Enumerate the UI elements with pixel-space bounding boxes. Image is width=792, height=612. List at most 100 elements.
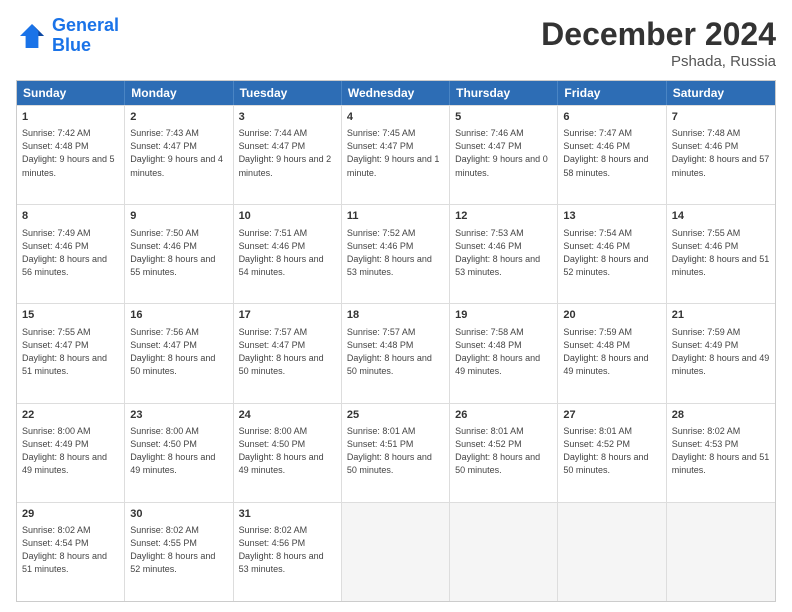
day-number: 13 (563, 209, 660, 224)
cell-dec-4: 4 Sunrise: 7:45 AMSunset: 4:47 PMDayligh… (342, 106, 450, 204)
day-number: 17 (239, 308, 336, 323)
cell-dec-3: 3 Sunrise: 7:44 AMSunset: 4:47 PMDayligh… (234, 106, 342, 204)
day-number: 14 (672, 209, 770, 224)
day-number: 29 (22, 507, 119, 522)
logo-icon (16, 20, 48, 52)
cell-dec-29: 29 Sunrise: 8:02 AMSunset: 4:54 PMDaylig… (17, 503, 125, 601)
cell-info: Sunrise: 7:57 AMSunset: 4:48 PMDaylight:… (347, 326, 444, 378)
day-number: 27 (563, 408, 660, 423)
day-number: 7 (672, 110, 770, 125)
day-number: 22 (22, 408, 119, 423)
week-row-5: 29 Sunrise: 8:02 AMSunset: 4:54 PMDaylig… (17, 502, 775, 601)
header: General Blue December 2024 Pshada, Russi… (16, 16, 776, 70)
cell-dec-15: 15 Sunrise: 7:55 AMSunset: 4:47 PMDaylig… (17, 304, 125, 402)
title-block: December 2024 Pshada, Russia (541, 16, 776, 70)
cell-info: Sunrise: 7:43 AMSunset: 4:47 PMDaylight:… (130, 127, 227, 179)
cell-info: Sunrise: 7:56 AMSunset: 4:47 PMDaylight:… (130, 326, 227, 378)
cell-info: Sunrise: 7:54 AMSunset: 4:46 PMDaylight:… (563, 227, 660, 279)
cell-dec-14: 14 Sunrise: 7:55 AMSunset: 4:46 PMDaylig… (667, 205, 775, 303)
header-monday: Monday (125, 81, 233, 105)
cell-info: Sunrise: 8:02 AMSunset: 4:54 PMDaylight:… (22, 524, 119, 576)
cell-dec-22: 22 Sunrise: 8:00 AMSunset: 4:49 PMDaylig… (17, 404, 125, 502)
day-number: 30 (130, 507, 227, 522)
cell-dec-2: 2 Sunrise: 7:43 AMSunset: 4:47 PMDayligh… (125, 106, 233, 204)
day-number: 26 (455, 408, 552, 423)
cell-info: Sunrise: 7:45 AMSunset: 4:47 PMDaylight:… (347, 127, 444, 179)
day-number: 3 (239, 110, 336, 125)
cell-dec-19: 19 Sunrise: 7:58 AMSunset: 4:48 PMDaylig… (450, 304, 558, 402)
cell-dec-18: 18 Sunrise: 7:57 AMSunset: 4:48 PMDaylig… (342, 304, 450, 402)
day-number: 28 (672, 408, 770, 423)
cell-info: Sunrise: 7:58 AMSunset: 4:48 PMDaylight:… (455, 326, 552, 378)
cell-info: Sunrise: 8:02 AMSunset: 4:56 PMDaylight:… (239, 524, 336, 576)
logo-text: General Blue (52, 16, 119, 56)
cell-info: Sunrise: 7:47 AMSunset: 4:46 PMDaylight:… (563, 127, 660, 179)
cell-info: Sunrise: 7:44 AMSunset: 4:47 PMDaylight:… (239, 127, 336, 179)
cell-info: Sunrise: 7:59 AMSunset: 4:49 PMDaylight:… (672, 326, 770, 378)
cell-dec-7: 7 Sunrise: 7:48 AMSunset: 4:46 PMDayligh… (667, 106, 775, 204)
cell-empty-1 (342, 503, 450, 601)
header-saturday: Saturday (667, 81, 775, 105)
day-number: 8 (22, 209, 119, 224)
cell-dec-9: 9 Sunrise: 7:50 AMSunset: 4:46 PMDayligh… (125, 205, 233, 303)
cell-info: Sunrise: 7:57 AMSunset: 4:47 PMDaylight:… (239, 326, 336, 378)
week-row-2: 8 Sunrise: 7:49 AMSunset: 4:46 PMDayligh… (17, 204, 775, 303)
header-wednesday: Wednesday (342, 81, 450, 105)
cell-dec-26: 26 Sunrise: 8:01 AMSunset: 4:52 PMDaylig… (450, 404, 558, 502)
cell-dec-30: 30 Sunrise: 8:02 AMSunset: 4:55 PMDaylig… (125, 503, 233, 601)
cell-dec-11: 11 Sunrise: 7:52 AMSunset: 4:46 PMDaylig… (342, 205, 450, 303)
page: General Blue December 2024 Pshada, Russi… (0, 0, 792, 612)
cell-info: Sunrise: 8:02 AMSunset: 4:53 PMDaylight:… (672, 425, 770, 477)
cell-info: Sunrise: 7:48 AMSunset: 4:46 PMDaylight:… (672, 127, 770, 179)
cell-info: Sunrise: 7:42 AMSunset: 4:48 PMDaylight:… (22, 127, 119, 179)
day-number: 12 (455, 209, 552, 224)
cell-info: Sunrise: 7:59 AMSunset: 4:48 PMDaylight:… (563, 326, 660, 378)
cell-dec-25: 25 Sunrise: 8:01 AMSunset: 4:51 PMDaylig… (342, 404, 450, 502)
cell-dec-24: 24 Sunrise: 8:00 AMSunset: 4:50 PMDaylig… (234, 404, 342, 502)
day-number: 4 (347, 110, 444, 125)
day-number: 21 (672, 308, 770, 323)
cell-dec-8: 8 Sunrise: 7:49 AMSunset: 4:46 PMDayligh… (17, 205, 125, 303)
day-number: 19 (455, 308, 552, 323)
cell-info: Sunrise: 8:00 AMSunset: 4:50 PMDaylight:… (239, 425, 336, 477)
cell-info: Sunrise: 7:55 AMSunset: 4:46 PMDaylight:… (672, 227, 770, 279)
day-number: 5 (455, 110, 552, 125)
cell-dec-17: 17 Sunrise: 7:57 AMSunset: 4:47 PMDaylig… (234, 304, 342, 402)
cell-dec-20: 20 Sunrise: 7:59 AMSunset: 4:48 PMDaylig… (558, 304, 666, 402)
day-number: 6 (563, 110, 660, 125)
day-number: 2 (130, 110, 227, 125)
logo: General Blue (16, 16, 119, 56)
subtitle: Pshada, Russia (541, 53, 776, 70)
calendar-body: 1 Sunrise: 7:42 AMSunset: 4:48 PMDayligh… (17, 105, 775, 601)
day-number: 16 (130, 308, 227, 323)
cell-info: Sunrise: 7:53 AMSunset: 4:46 PMDaylight:… (455, 227, 552, 279)
week-row-1: 1 Sunrise: 7:42 AMSunset: 4:48 PMDayligh… (17, 105, 775, 204)
cell-dec-13: 13 Sunrise: 7:54 AMSunset: 4:46 PMDaylig… (558, 205, 666, 303)
cell-empty-4 (667, 503, 775, 601)
cell-info: Sunrise: 7:51 AMSunset: 4:46 PMDaylight:… (239, 227, 336, 279)
cell-dec-6: 6 Sunrise: 7:47 AMSunset: 4:46 PMDayligh… (558, 106, 666, 204)
cell-empty-2 (450, 503, 558, 601)
day-number: 18 (347, 308, 444, 323)
cell-info: Sunrise: 8:01 AMSunset: 4:52 PMDaylight:… (563, 425, 660, 477)
header-thursday: Thursday (450, 81, 558, 105)
calendar: Sunday Monday Tuesday Wednesday Thursday… (16, 80, 776, 602)
day-number: 25 (347, 408, 444, 423)
cell-empty-3 (558, 503, 666, 601)
cell-info: Sunrise: 7:49 AMSunset: 4:46 PMDaylight:… (22, 227, 119, 279)
cell-dec-12: 12 Sunrise: 7:53 AMSunset: 4:46 PMDaylig… (450, 205, 558, 303)
day-number: 9 (130, 209, 227, 224)
header-sunday: Sunday (17, 81, 125, 105)
main-title: December 2024 (541, 16, 776, 53)
cell-dec-5: 5 Sunrise: 7:46 AMSunset: 4:47 PMDayligh… (450, 106, 558, 204)
day-number: 10 (239, 209, 336, 224)
cell-info: Sunrise: 8:00 AMSunset: 4:49 PMDaylight:… (22, 425, 119, 477)
week-row-4: 22 Sunrise: 8:00 AMSunset: 4:49 PMDaylig… (17, 403, 775, 502)
cell-dec-28: 28 Sunrise: 8:02 AMSunset: 4:53 PMDaylig… (667, 404, 775, 502)
cell-info: Sunrise: 7:52 AMSunset: 4:46 PMDaylight:… (347, 227, 444, 279)
cell-info: Sunrise: 8:02 AMSunset: 4:55 PMDaylight:… (130, 524, 227, 576)
cell-info: Sunrise: 7:46 AMSunset: 4:47 PMDaylight:… (455, 127, 552, 179)
cell-info: Sunrise: 7:50 AMSunset: 4:46 PMDaylight:… (130, 227, 227, 279)
cell-info: Sunrise: 8:00 AMSunset: 4:50 PMDaylight:… (130, 425, 227, 477)
cell-info: Sunrise: 7:55 AMSunset: 4:47 PMDaylight:… (22, 326, 119, 378)
